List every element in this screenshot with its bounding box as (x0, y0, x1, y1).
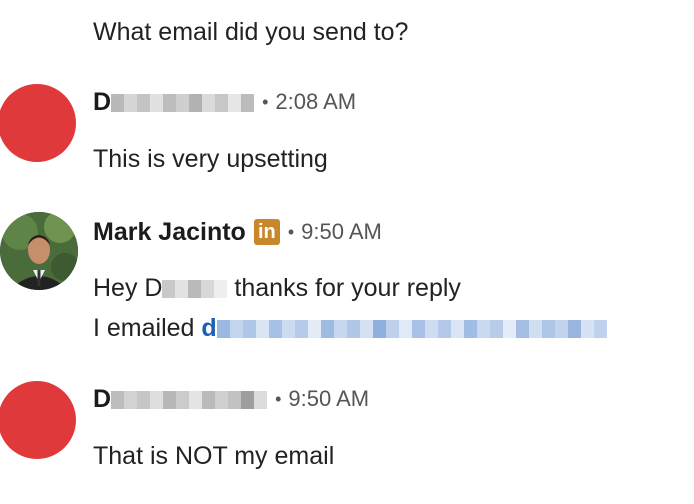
message-text: This is very upsetting (93, 145, 328, 173)
email-link[interactable]: d (201, 314, 607, 342)
avatar[interactable] (0, 84, 76, 162)
redacted-name (111, 389, 268, 411)
separator-dot: • (287, 221, 295, 242)
message-text: What email did you send to? (93, 18, 409, 46)
sender-name[interactable]: Mark Jacinto (93, 218, 246, 247)
message-header: Mark Jacinto in • 9:50 AM (93, 216, 382, 248)
avatar[interactable] (0, 381, 76, 459)
message-thread: What email did you send to? D • 2:08 AM … (0, 0, 694, 504)
profile-photo (0, 212, 78, 290)
redacted-name (162, 278, 228, 300)
sender-name[interactable]: D (93, 385, 268, 414)
message-time: 9:50 AM (301, 219, 382, 244)
separator-dot: • (275, 388, 282, 409)
message-header: D • 2:08 AM (93, 86, 356, 118)
redacted-email (216, 318, 607, 340)
message-text: That is NOT my email (93, 442, 335, 470)
avatar-mark-jacinto[interactable] (0, 212, 78, 290)
message-time: 2:08 AM (275, 89, 357, 114)
separator-dot: • (262, 91, 269, 112)
linkedin-premium-icon: in (253, 219, 280, 245)
message-time: 9:50 AM (288, 386, 370, 411)
sender-name[interactable]: D (93, 88, 255, 117)
message-header: D • 9:50 AM (93, 383, 369, 415)
message-text: Hey D thanks for your reply (93, 274, 461, 302)
message-text: I emailed d (93, 312, 607, 344)
redacted-name (111, 92, 255, 114)
